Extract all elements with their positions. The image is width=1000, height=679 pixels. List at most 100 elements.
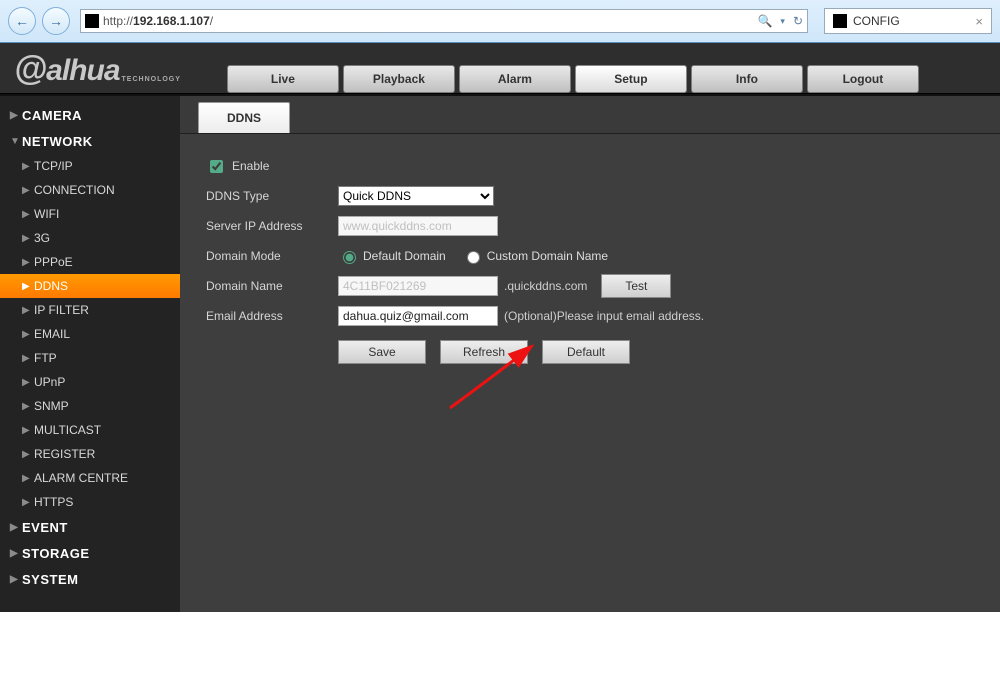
main-tabs: LivePlaybackAlarmSetupInfoLogout: [227, 65, 990, 93]
sidebar-item-https[interactable]: ▶HTTPS: [0, 490, 180, 514]
browser-tab-config[interactable]: CONFIG ×: [824, 8, 992, 34]
domain-mode-radio-label: Default Domain: [363, 249, 446, 263]
chevron-right-icon: ▶: [22, 233, 34, 244]
ddns-type-label: DDNS Type: [206, 189, 338, 203]
domain-mode-radio-1[interactable]: [467, 251, 480, 264]
sidebar-item-connection[interactable]: ▶CONNECTION: [0, 178, 180, 202]
tab-close-icon[interactable]: ×: [975, 14, 983, 29]
main-tab-playback[interactable]: Playback: [343, 65, 455, 93]
email-input[interactable]: [338, 306, 498, 326]
save-button[interactable]: Save: [338, 340, 426, 364]
sidebar-item-ftp[interactable]: ▶FTP: [0, 346, 180, 370]
top-bar: @alhuaTECHNOLOGY LivePlaybackAlarmSetupI…: [0, 43, 1000, 93]
nav-forward-button[interactable]: →: [42, 7, 70, 35]
tab-favicon: [833, 14, 847, 28]
sidebar-group-network[interactable]: ▼NETWORK: [0, 128, 180, 154]
chevron-right-icon: ▶: [10, 574, 22, 585]
sidebar-item-3g[interactable]: ▶3G: [0, 226, 180, 250]
address-bar[interactable]: http://192.168.1.107/ 🔍 ▾ ↻: [80, 9, 808, 33]
email-label: Email Address: [206, 309, 338, 323]
chevron-right-icon: ▶: [22, 353, 34, 364]
chevron-right-icon: ▶: [22, 377, 34, 388]
chevron-right-icon: ▶: [22, 401, 34, 412]
chevron-right-icon: ▶: [22, 161, 34, 172]
domain-mode-option-0[interactable]: Default Domain: [338, 248, 446, 264]
domain-mode-option-1[interactable]: Custom Domain Name: [462, 248, 608, 264]
sidebar-item-upnp[interactable]: ▶UPnP: [0, 370, 180, 394]
sidebar-item-pppoe[interactable]: ▶PPPoE: [0, 250, 180, 274]
dropdown-icon[interactable]: ▾: [780, 16, 785, 27]
sidebar: ▶CAMERA▼NETWORK▶TCP/IP▶CONNECTION▶WIFI▶3…: [0, 96, 180, 612]
chevron-right-icon: ▶: [22, 281, 34, 292]
chevron-right-icon: ▶: [22, 497, 34, 508]
domain-name-label: Domain Name: [206, 279, 338, 293]
row-domain-mode: Domain Mode Default DomainCustom Domain …: [206, 242, 1000, 270]
refresh-button[interactable]: Refresh: [440, 340, 528, 364]
row-domain-name: Domain Name .quickddns.com Test: [206, 272, 1000, 300]
nav-back-button[interactable]: ←: [8, 7, 36, 35]
domain-name-suffix: .quickddns.com: [504, 279, 587, 293]
sidebar-item-snmp[interactable]: ▶SNMP: [0, 394, 180, 418]
content-area: DDNS Enable DDNS Type Quick DDNS Serv: [180, 96, 1000, 612]
chevron-right-icon: ▶: [10, 522, 22, 533]
chevron-right-icon: ▶: [22, 257, 34, 268]
browser-chrome: ← → http://192.168.1.107/ 🔍 ▾ ↻ CONFIG ×: [0, 0, 1000, 43]
domain-mode-radio-0[interactable]: [343, 251, 356, 264]
app-shell: VIDIMOST @alhuaTECHNOLOGY LivePlaybackAl…: [0, 43, 1000, 612]
row-server-ip: Server IP Address: [206, 212, 1000, 240]
brand-logo: @alhuaTECHNOLOGY: [14, 50, 181, 89]
panel-tab-ddns[interactable]: DDNS: [198, 102, 290, 133]
email-hint: (Optional)Please input email address.: [504, 309, 704, 323]
sidebar-item-ip-filter[interactable]: ▶IP FILTER: [0, 298, 180, 322]
panel-body: Enable DDNS Type Quick DDNS Server IP Ad…: [180, 133, 1000, 612]
chevron-right-icon: ▶: [22, 209, 34, 220]
sidebar-group-camera[interactable]: ▶CAMERA: [0, 102, 180, 128]
action-button-row: Save Refresh Default: [338, 340, 1000, 364]
sidebar-item-tcp-ip[interactable]: ▶TCP/IP: [0, 154, 180, 178]
sidebar-item-wifi[interactable]: ▶WIFI: [0, 202, 180, 226]
chevron-right-icon: ▶: [22, 185, 34, 196]
sidebar-group-system[interactable]: ▶SYSTEM: [0, 566, 180, 592]
page-favicon: [85, 14, 99, 28]
browser-tab-bar: CONFIG ×: [824, 8, 992, 34]
enable-checkbox[interactable]: [210, 160, 223, 173]
chevron-right-icon: ▶: [10, 110, 22, 121]
row-enable: Enable: [206, 152, 1000, 180]
enable-label-text: Enable: [232, 159, 269, 173]
tab-title: CONFIG: [853, 14, 900, 28]
row-ddns-type: DDNS Type Quick DDNS: [206, 182, 1000, 210]
sidebar-group-storage[interactable]: ▶STORAGE: [0, 540, 180, 566]
chevron-right-icon: ▶: [22, 473, 34, 484]
main-tab-logout[interactable]: Logout: [807, 65, 919, 93]
sidebar-item-multicast[interactable]: ▶MULTICAST: [0, 418, 180, 442]
default-button[interactable]: Default: [542, 340, 630, 364]
sidebar-item-ddns[interactable]: ▶DDNS: [0, 274, 180, 298]
server-ip-label: Server IP Address: [206, 219, 338, 233]
enable-checkbox-label[interactable]: Enable: [206, 157, 269, 176]
chevron-right-icon: ▶: [22, 449, 34, 460]
chevron-right-icon: ▶: [22, 425, 34, 436]
address-text: http://192.168.1.107/: [103, 14, 753, 28]
chevron-right-icon: ▶: [22, 329, 34, 340]
ddns-type-select[interactable]: Quick DDNS: [338, 186, 494, 206]
sidebar-item-register[interactable]: ▶REGISTER: [0, 442, 180, 466]
domain-mode-radio-group: Default Domain Custom Domain Name: [338, 248, 608, 264]
panel-tabs: DDNS: [198, 102, 1000, 133]
refresh-icon[interactable]: ↻: [793, 14, 803, 28]
chevron-right-icon: ▶: [22, 305, 34, 316]
search-icon[interactable]: 🔍: [757, 14, 772, 28]
chevron-down-icon: ▼: [10, 136, 22, 147]
main-tab-info[interactable]: Info: [691, 65, 803, 93]
server-ip-input: [338, 216, 498, 236]
row-email: Email Address (Optional)Please input ema…: [206, 302, 1000, 330]
main-tab-alarm[interactable]: Alarm: [459, 65, 571, 93]
sidebar-item-alarm-centre[interactable]: ▶ALARM CENTRE: [0, 466, 180, 490]
domain-mode-radio-label: Custom Domain Name: [487, 249, 608, 263]
chevron-right-icon: ▶: [10, 548, 22, 559]
sidebar-item-email[interactable]: ▶EMAIL: [0, 322, 180, 346]
sidebar-group-event[interactable]: ▶EVENT: [0, 514, 180, 540]
main-tab-live[interactable]: Live: [227, 65, 339, 93]
main-tab-setup[interactable]: Setup: [575, 65, 687, 93]
domain-name-input: [338, 276, 498, 296]
test-button[interactable]: Test: [601, 274, 671, 298]
